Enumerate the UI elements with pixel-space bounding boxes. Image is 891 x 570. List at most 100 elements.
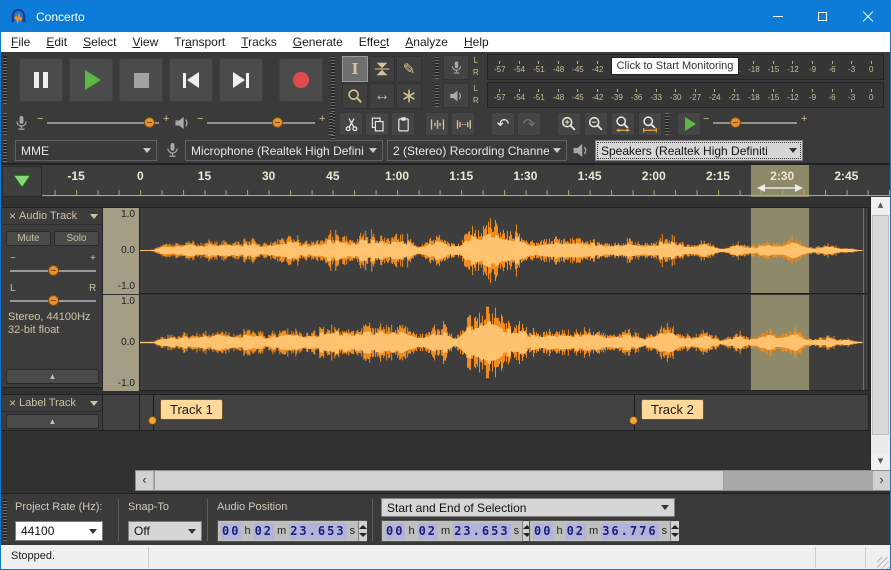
selection-mode-dropdown[interactable]: Start and End of Selection [381, 498, 675, 517]
minutes-value[interactable]: 02 [254, 523, 274, 539]
scroll-down-button[interactable]: ▾ [871, 453, 890, 470]
track-menu-icon[interactable] [90, 214, 98, 219]
menu-item[interactable]: View [124, 32, 166, 52]
pause-button[interactable] [19, 58, 63, 102]
cut-button[interactable] [339, 112, 363, 136]
collapse-label-track-button[interactable]: ▲ [6, 414, 99, 429]
hours-value[interactable]: 00 [533, 523, 553, 539]
seconds-value[interactable]: 36.776 [601, 523, 658, 539]
close-track-icon[interactable]: × [6, 397, 19, 410]
vertical-scroll-thumb[interactable] [872, 215, 889, 435]
recording-meter-grip[interactable] [435, 56, 439, 79]
trim-audio-button[interactable] [425, 112, 449, 136]
selection-drag-arrows-icon[interactable] [757, 183, 803, 193]
snap-to-dropdown[interactable]: Off [128, 521, 202, 541]
close-button[interactable] [845, 1, 890, 32]
skip-to-start-button[interactable] [169, 58, 213, 102]
hours-value[interactable]: 00 [221, 523, 241, 539]
label-track-row[interactable]: Track 1 Track 2 [103, 394, 869, 431]
menu-item[interactable]: Transport [166, 32, 233, 52]
minutes-value[interactable]: 02 [566, 523, 586, 539]
multi-tool-button[interactable] [396, 83, 422, 109]
scroll-up-button[interactable]: ▴ [871, 197, 890, 214]
skip-to-end-button[interactable] [219, 58, 263, 102]
play-speed-slider[interactable] [713, 122, 797, 124]
play-at-speed-button[interactable] [677, 112, 701, 136]
minutes-value[interactable]: 02 [418, 523, 438, 539]
waveform-channel-right[interactable] [140, 295, 869, 391]
playback-device-dropdown[interactable]: Speakers (Realtek High Definiti [595, 140, 803, 161]
recording-device-dropdown[interactable]: Microphone (Realtek High Defini [185, 140, 383, 161]
pan-thumb[interactable] [48, 295, 59, 306]
scroll-right-button[interactable]: › [873, 471, 890, 490]
horizontal-scrollbar[interactable]: ‹ › [135, 470, 891, 491]
playback-volume-slider[interactable] [207, 122, 315, 124]
label-handle-icon[interactable] [148, 416, 157, 425]
menu-item[interactable]: Generate [285, 32, 351, 52]
menu-item[interactable]: Help [456, 32, 497, 52]
vertical-scrollbar[interactable]: ▴ ▾ [870, 197, 890, 470]
playback-volume-thumb[interactable] [272, 117, 283, 128]
waveform-channel-left[interactable] [140, 208, 869, 294]
hours-value[interactable]: 00 [385, 523, 405, 539]
zoom-in-button[interactable] [557, 112, 581, 136]
transport-toolbar-grip[interactable] [3, 56, 7, 104]
menu-item[interactable]: Effect [351, 32, 397, 52]
label-text-box[interactable]: Track 2 [641, 399, 704, 420]
horizontal-scroll-thumb[interactable] [154, 471, 724, 490]
selection-start-field[interactable]: 00h 02m 23.653s [381, 520, 523, 542]
paste-button[interactable] [391, 112, 415, 136]
label-track-title[interactable]: Label Track [19, 397, 90, 409]
undo-button[interactable]: ↶ [491, 112, 515, 136]
mute-button[interactable]: Mute [6, 231, 51, 246]
copy-button[interactable] [365, 112, 389, 136]
label-handle-icon[interactable] [629, 416, 638, 425]
minimize-button[interactable] [755, 1, 800, 32]
recording-channels-dropdown[interactable]: 2 (Stereo) Recording Channels [387, 140, 567, 161]
maximize-button[interactable] [800, 1, 845, 32]
menu-item[interactable]: File [3, 32, 38, 52]
zoom-tool-button[interactable] [342, 83, 368, 109]
timeshift-tool-button[interactable]: ↔ [369, 83, 395, 109]
solo-button[interactable]: Solo [54, 231, 99, 246]
time-spinner[interactable] [358, 521, 367, 541]
selection-toolbar-grip[interactable] [3, 499, 7, 541]
menu-item[interactable]: Select [75, 32, 124, 52]
zoom-to-selection-button[interactable] [611, 112, 635, 136]
draw-tool-button[interactable]: ✎ [396, 56, 422, 82]
resize-grip[interactable] [877, 557, 889, 569]
menu-item[interactable]: Analyze [397, 32, 456, 52]
label-text-box[interactable]: Track 1 [160, 399, 223, 420]
pan-slider[interactable] [10, 300, 96, 302]
vertical-ruler-left-channel[interactable]: 1.00.0-1.0 [103, 208, 140, 294]
play-button[interactable] [69, 58, 113, 102]
record-meter-button[interactable] [443, 55, 469, 80]
envelope-tool-button[interactable] [369, 56, 395, 82]
audio-host-dropdown[interactable]: MME [15, 140, 157, 161]
redo-button[interactable]: ↷ [517, 112, 541, 136]
transcription-toolbar-grip[interactable] [665, 113, 669, 135]
recording-volume-thumb[interactable] [144, 117, 155, 128]
audio-position-field[interactable]: 00h 02m 23.653s [217, 520, 367, 542]
collapse-track-button[interactable]: ▲ [6, 369, 99, 384]
gain-thumb[interactable] [48, 265, 59, 276]
stop-button[interactable] [119, 58, 163, 102]
time-spinner[interactable] [670, 521, 679, 541]
menu-item[interactable]: Edit [38, 32, 75, 52]
playback-meter-button[interactable] [443, 83, 469, 108]
selection-tool-button[interactable]: I [342, 56, 368, 82]
scroll-left-button[interactable]: ‹ [136, 471, 153, 490]
edit-toolbar-grip[interactable] [329, 113, 333, 135]
zoom-out-button[interactable] [584, 112, 608, 136]
play-speed-thumb[interactable] [730, 117, 741, 128]
mixer-toolbar-grip[interactable] [3, 113, 7, 135]
record-button[interactable] [279, 58, 323, 102]
silence-audio-button[interactable] [451, 112, 475, 136]
menu-item[interactable]: Tracks [233, 32, 285, 52]
zoom-fit-button[interactable] [638, 112, 662, 136]
vertical-ruler-right-channel[interactable]: 1.00.0-1.0 [103, 295, 140, 391]
playback-meter-grip[interactable] [435, 84, 439, 107]
selection-end-field[interactable]: 00h 02m 36.776s [529, 520, 671, 542]
pinned-playhead-button[interactable] [2, 166, 42, 197]
audio-track-title[interactable]: Audio Track [19, 210, 90, 222]
